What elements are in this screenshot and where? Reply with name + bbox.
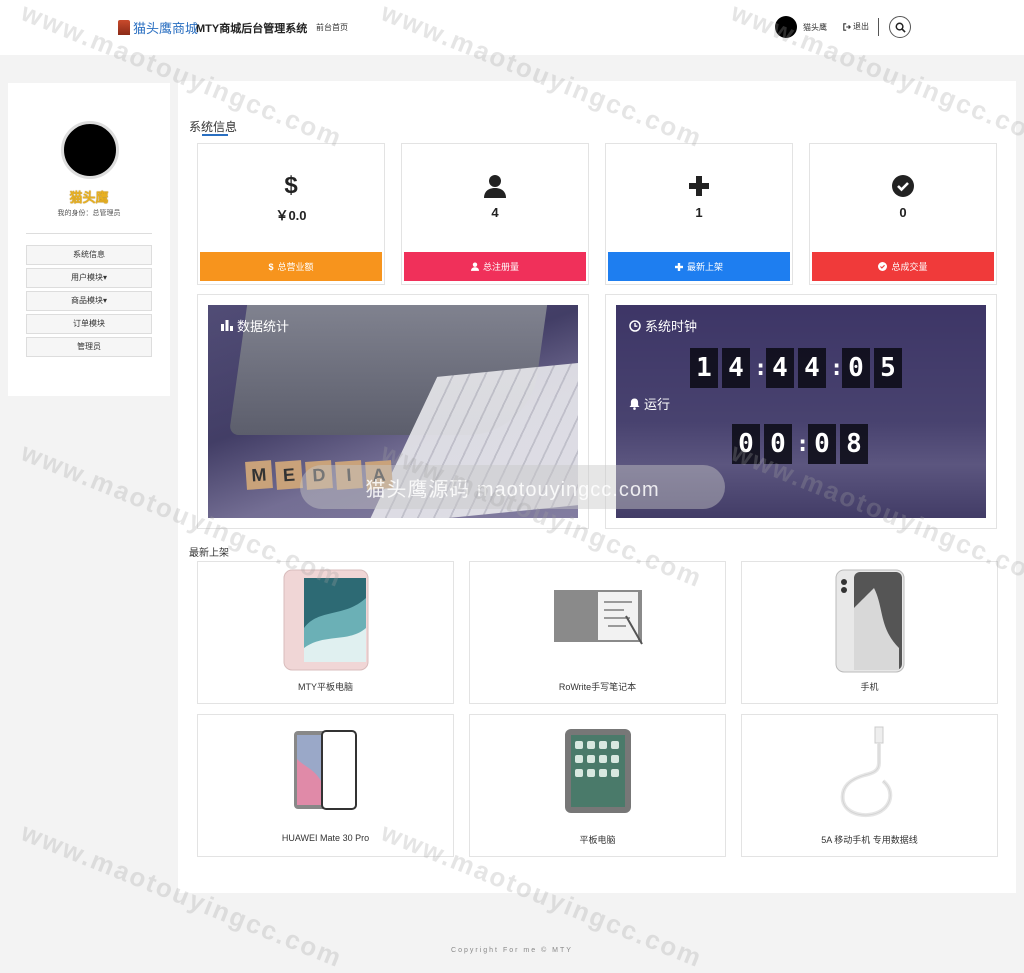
product-name: MTY平板电脑 xyxy=(298,682,353,692)
stat-card-revenue: $ ￥0.0 $ 总营业额 xyxy=(197,143,385,285)
clock-title: 系统时钟 xyxy=(629,316,697,335)
sidebar-item-system-info[interactable]: 系统信息 xyxy=(26,245,152,265)
clock-colon: : xyxy=(754,355,768,381)
notebook-image xyxy=(553,590,643,645)
profile-role: 我的身份：总管理员 xyxy=(57,210,121,217)
front-home-link[interactable]: 前台首页 xyxy=(316,22,348,33)
run-digit: 0 xyxy=(732,424,760,464)
search-button[interactable] xyxy=(889,16,911,38)
stat-value: 4 xyxy=(491,205,499,220)
stat-card-registrations: 4 总注册量 xyxy=(401,143,589,285)
sidebar-item-user-module[interactable]: 用户模块▾ xyxy=(26,268,152,288)
product-card[interactable]: RoWrite手写笔记本 xyxy=(469,561,726,704)
profile-name: 猫头鹰 xyxy=(69,190,109,205)
product-name: 手机 xyxy=(860,682,879,692)
clock-digit: 4 xyxy=(798,348,826,388)
phone-image xyxy=(835,569,904,673)
check-small-icon xyxy=(878,262,888,271)
letter-tile: M xyxy=(245,460,273,490)
letter-tile: E xyxy=(275,460,303,490)
user-icon xyxy=(402,172,588,200)
stat-label: 总成交量 xyxy=(891,262,928,272)
data-stats-label: 数据统计 xyxy=(237,319,290,334)
clock-digits: 1 4 : 4 4 : 0 5 xyxy=(690,348,902,388)
search-icon xyxy=(895,22,906,33)
sidebar-divider xyxy=(26,233,152,234)
cable-image xyxy=(840,726,892,818)
user-small-icon xyxy=(470,262,479,271)
logout-label: 退出 xyxy=(853,22,869,31)
clock-digit: 0 xyxy=(842,348,870,388)
clock-digit: 4 xyxy=(766,348,794,388)
product-name: 平板电脑 xyxy=(579,835,616,845)
product-name: RoWrite手写笔记本 xyxy=(558,682,637,692)
stat-value: 1 xyxy=(695,205,703,220)
title-underline xyxy=(202,134,228,136)
stat-label: 最新上架 xyxy=(686,262,723,272)
product-card[interactable]: MTY平板电脑 xyxy=(197,561,454,704)
product-name: 5A 移动手机 专用数据线 xyxy=(821,835,918,845)
stat-card-transactions: 0 总成交量 xyxy=(809,143,997,285)
product-card[interactable]: HUAWEI Mate 30 Pro xyxy=(197,714,454,857)
product-name: HUAWEI Mate 30 Pro xyxy=(281,833,370,843)
footer-copyright: Copyright For me © MTY xyxy=(451,947,573,954)
overlay-watermark: 猫头鹰源码 maotouyingcc.com xyxy=(300,465,725,509)
sidebar-item-order-module[interactable]: 订单模块 xyxy=(26,314,152,334)
tablet-image xyxy=(283,569,368,671)
clock-label: 系统时钟 xyxy=(645,319,698,334)
clock-colon: : xyxy=(830,355,844,381)
owl-logo-icon xyxy=(118,20,130,35)
clock-digit: 1 xyxy=(690,348,718,388)
system-info-title: 系统信息 xyxy=(189,120,238,134)
dollar-icon: $ xyxy=(284,172,298,199)
sidebar-item-admin[interactable]: 管理员 xyxy=(26,337,152,357)
huawei-phone-image xyxy=(293,730,357,810)
clock-digit: 5 xyxy=(874,348,902,388)
ipad-image xyxy=(564,729,631,813)
clock-digit: 4 xyxy=(722,348,750,388)
run-title: 运行 xyxy=(629,394,670,413)
run-digit: 8 xyxy=(840,424,868,464)
logout-icon xyxy=(843,22,851,31)
sidebar-menu: 系统信息 用户模块▾ 商品模块▾ 订单模块 管理员 xyxy=(26,245,152,360)
run-digit: 0 xyxy=(808,424,836,464)
bell-icon xyxy=(629,398,640,410)
sidebar-item-product-module[interactable]: 商品模块▾ xyxy=(26,291,152,311)
run-digits: 0 0 : 0 8 xyxy=(732,424,868,464)
stat-value: 0 xyxy=(899,205,907,220)
plus-small-icon xyxy=(674,262,683,271)
run-colon: : xyxy=(796,431,810,457)
check-circle-icon xyxy=(810,172,996,200)
stat-label: 总注册量 xyxy=(482,262,519,272)
top-header: 猫头鹰商城 MTY商城后台管理系统 前台首页 猫头鹰 退出 xyxy=(0,0,1024,55)
brand-logo[interactable]: 猫头鹰商城 xyxy=(118,18,198,37)
new-products-title: 最新上架 xyxy=(189,548,229,559)
product-card[interactable]: 5A 移动手机 专用数据线 xyxy=(741,714,998,857)
stat-card-new-listings: 1 最新上架 xyxy=(605,143,793,285)
data-stats-title: 数据统计 xyxy=(221,316,289,335)
dollar-small-icon: $ xyxy=(268,261,274,272)
product-card[interactable]: 手机 xyxy=(741,561,998,704)
run-label: 运行 xyxy=(644,397,671,412)
product-card[interactable]: 平板电脑 xyxy=(469,714,726,857)
run-digit: 0 xyxy=(764,424,792,464)
plus-icon xyxy=(606,172,792,200)
new-listings-button[interactable]: 最新上架 xyxy=(608,252,790,281)
profile-avatar xyxy=(61,121,119,179)
transactions-button[interactable]: 总成交量 xyxy=(812,252,994,281)
stat-value: ￥0.0 xyxy=(275,208,307,223)
brand-name: 猫头鹰商城 xyxy=(133,21,199,36)
registrations-button[interactable]: 总注册量 xyxy=(404,252,586,281)
revenue-button[interactable]: $ 总营业额 xyxy=(200,252,382,281)
clock-icon xyxy=(629,319,641,332)
bar-chart-icon xyxy=(221,320,233,331)
stat-label: 总营业额 xyxy=(277,262,314,272)
header-avatar[interactable] xyxy=(775,16,797,38)
header-username[interactable]: 猫头鹰 xyxy=(803,22,827,33)
header-divider xyxy=(878,18,879,36)
logout-button[interactable]: 退出 xyxy=(843,21,869,32)
system-title: MTY商城后台管理系统 xyxy=(196,23,308,35)
sidebar: 猫头鹰 我的身份：总管理员 系统信息 用户模块▾ 商品模块▾ 订单模块 管理员 xyxy=(8,83,170,396)
